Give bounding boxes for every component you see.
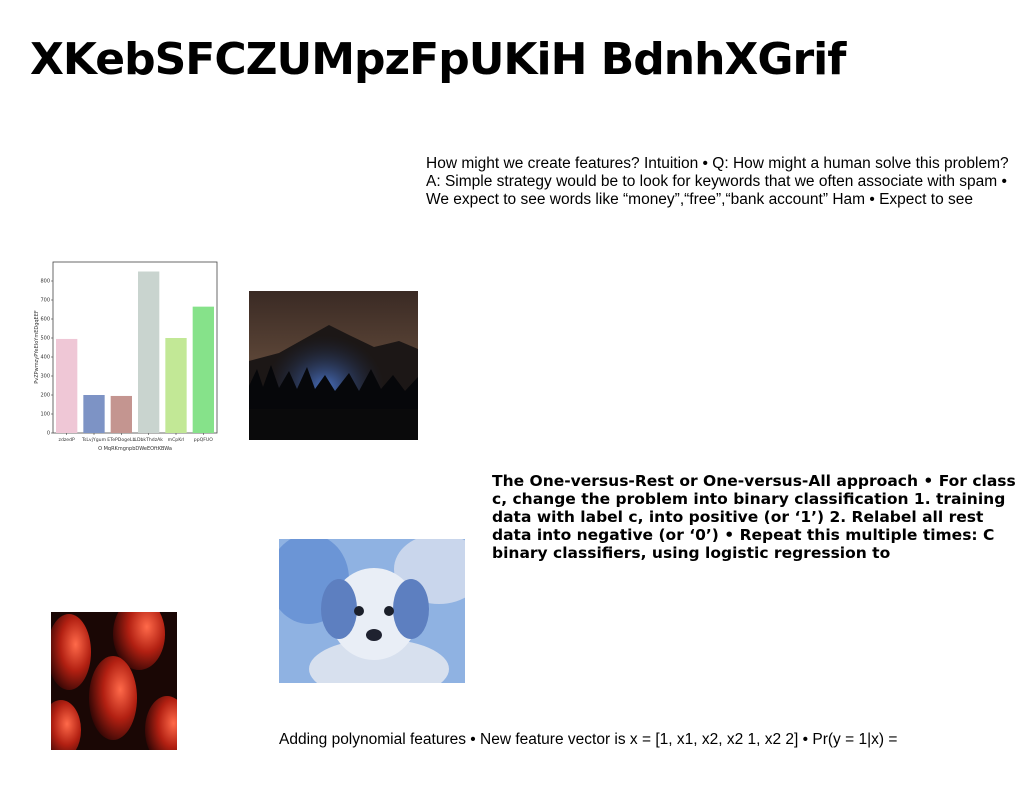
- chart-x-tick-label: TsLvjYgum: [81, 437, 107, 443]
- text-block-polynomial: Adding polynomial features • New feature…: [279, 731, 898, 748]
- bar-chart-svg: 0 100 200 300 400 500 600 700 800 zdzedP TsLvjYgu…: [34, 261, 218, 452]
- text-block-features: How might we create features? Intuition …: [426, 155, 1009, 208]
- night-landscape-photo: [249, 291, 418, 440]
- chart-y-tick-label: 0: [47, 431, 50, 437]
- chart-bar: [83, 395, 105, 433]
- chart-x-tick-label: ETePDogeLb: [107, 437, 135, 443]
- chart-x-tick-label: LDbkThdzAk: [134, 437, 163, 443]
- red-ovals-image: [41, 598, 189, 764]
- slide-title: XKebSFCZUMpzFpUKiH BdnhXGrif: [30, 34, 846, 85]
- chart-x-tick-label: zdzedP: [59, 437, 75, 443]
- chart-y-tick-label: 300: [40, 374, 50, 380]
- chart-bar: [110, 395, 132, 433]
- chart-y-tick-label: 800: [40, 279, 50, 285]
- chart-y-tick-label: 600: [40, 317, 50, 323]
- chart-y-tick-label: 400: [40, 355, 50, 361]
- dog-photo: [269, 534, 484, 699]
- chart-bar: [165, 338, 187, 433]
- chart-x-tick-label: ppQFUO: [194, 437, 213, 443]
- chart-plot-frame: [52, 261, 218, 434]
- bar-chart: 0 100 200 300 400 500 600 700 800 zdzedP TsLvjYgu…: [32, 255, 222, 455]
- chart-bar: [138, 271, 160, 433]
- chart-y-tick-label: 700: [40, 298, 50, 304]
- chart-bar: [56, 338, 78, 433]
- chart-x-tick-label: mCpKrl: [168, 437, 185, 443]
- chart-x-axis-label: O MqRKmgnpbDWeEOftKBWa: [98, 446, 172, 452]
- chart-y-axis-label: PvZPwmzyPYeEIoYmEDgqEEF: [34, 310, 40, 384]
- text-block-one-vs-rest: The One-versus-Rest or One-versus-All ap…: [492, 472, 1016, 562]
- chart-bar: [192, 306, 214, 433]
- chart-y-tick-label: 500: [40, 336, 50, 342]
- chart-y-tick-label: 100: [40, 412, 50, 418]
- chart-y-tick-label: 200: [40, 393, 50, 399]
